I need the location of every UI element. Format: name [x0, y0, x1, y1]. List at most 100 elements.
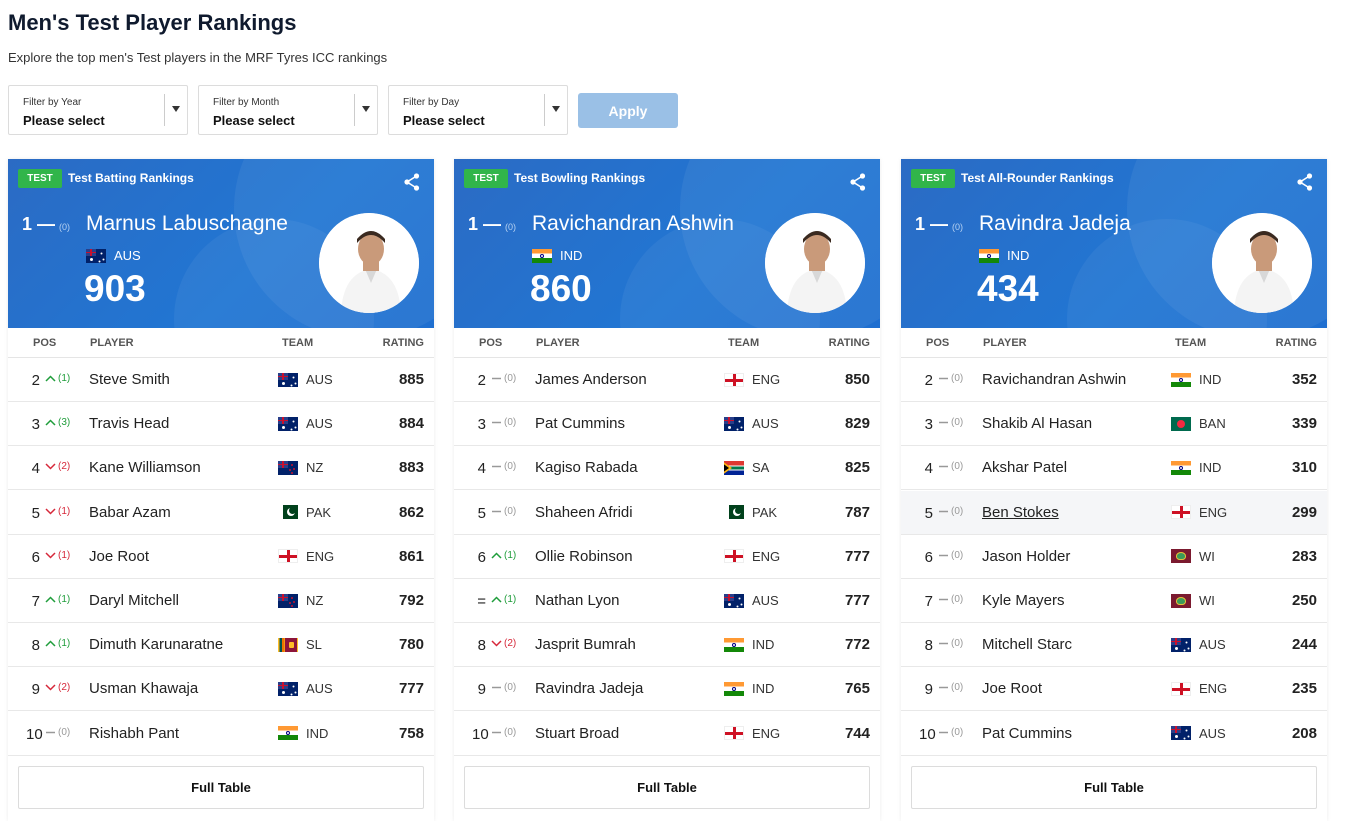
table-row[interactable]: 5 (1) Babar Azam PAK 862	[8, 491, 434, 535]
top-player-hero[interactable]: TEST Test Bowling Rankings 1 — (0) Ravichand…	[454, 159, 880, 328]
table-row[interactable]: 5 (0) Ben Stokes ENG 299	[901, 490, 1327, 535]
player-name-link[interactable]: Akshar Patel	[982, 459, 1067, 476]
table-row[interactable]: 9 (0) Joe Root ENG 235	[901, 667, 1327, 712]
player-name-link[interactable]: Pat Cummins	[535, 415, 625, 432]
chevron-down-icon[interactable]	[362, 106, 370, 112]
row-position: 10	[472, 725, 489, 743]
flag-icon	[1171, 460, 1191, 475]
player-name-link[interactable]: James Anderson	[535, 371, 647, 388]
table-row[interactable]: 8 (2) Jasprit Bumrah IND 772	[454, 623, 880, 668]
no-change-icon: (0)	[938, 417, 963, 428]
top-player-name[interactable]: Ravichandran Ashwin	[532, 212, 734, 236]
player-name-link[interactable]: Dimuth Karunaratne	[89, 636, 223, 653]
row-movement: (0)	[504, 461, 517, 473]
player-name-link[interactable]: Ravindra Jadeja	[535, 680, 643, 697]
player-name-link[interactable]: Shaheen Afridi	[535, 504, 633, 521]
row-team: AUS	[1171, 726, 1226, 741]
player-name-link[interactable]: Kane Williamson	[89, 459, 201, 476]
table-row[interactable]: 3 (3) Travis Head AUS 884	[8, 402, 434, 447]
player-name-link[interactable]: Steve Smith	[89, 371, 170, 388]
row-movement: (1)	[58, 638, 71, 650]
share-icon[interactable]	[1297, 173, 1313, 196]
table-row[interactable]: 4 (0) Akshar Patel IND 310	[901, 446, 1327, 491]
player-name-link[interactable]: Joe Root	[89, 548, 149, 565]
no-change-icon: —	[925, 214, 949, 234]
table-row[interactable]: 10 (0) Stuart Broad ENG 744	[454, 712, 880, 756]
share-icon[interactable]	[404, 173, 420, 196]
table-row[interactable]: 8 (1) Dimuth Karunaratne SL 780	[8, 623, 434, 668]
player-name-link[interactable]: Nathan Lyon	[535, 592, 620, 609]
filter-day-value: Please select	[403, 113, 485, 128]
player-name-link[interactable]: Kyle Mayers	[982, 592, 1065, 609]
table-row[interactable]: 10 (0) Rishabh Pant IND 758	[8, 712, 434, 756]
table-row[interactable]: 4 (0) Kagiso Rabada SA 825	[454, 446, 880, 491]
row-movement: (0)	[504, 682, 517, 694]
row-rating: 861	[398, 547, 424, 565]
player-name-link[interactable]: Jasprit Bumrah	[535, 636, 636, 653]
top-player-hero[interactable]: TEST Test Batting Rankings 1 — (0) Marnus La…	[8, 159, 434, 328]
header-rating: RATING	[382, 337, 424, 349]
table-row[interactable]: 6 (1) Joe Root ENG 861	[8, 535, 434, 579]
row-rating: 299	[1291, 503, 1317, 521]
header-player: PLAYER	[536, 337, 580, 349]
full-table-button[interactable]: Full Table	[464, 766, 870, 809]
chevron-down-icon[interactable]	[172, 106, 180, 112]
apply-button[interactable]: Apply	[578, 93, 678, 128]
row-team-code: BAN	[1199, 416, 1226, 432]
table-row[interactable]: 3 (0) Pat Cummins AUS 829	[454, 402, 880, 447]
player-name-link[interactable]: Travis Head	[89, 415, 169, 432]
player-name-link[interactable]: Daryl Mitchell	[89, 592, 179, 609]
top-player-name[interactable]: Ravindra Jadeja	[979, 212, 1131, 236]
row-rating: 250	[1291, 592, 1317, 609]
top-player-name[interactable]: Marnus Labuschagne	[86, 212, 288, 236]
player-name-link[interactable]: Rishabh Pant	[89, 725, 179, 742]
row-team: AUS	[724, 593, 779, 608]
row-team-code: AUS	[306, 416, 333, 432]
row-position: 3	[31, 416, 40, 434]
player-name-link[interactable]: Pat Cummins	[982, 725, 1072, 742]
player-name-link[interactable]: Joe Root	[982, 680, 1042, 697]
row-team: WI	[1171, 549, 1215, 564]
row-rating: 777	[398, 680, 424, 698]
player-name-link[interactable]: Usman Khawaja	[89, 680, 198, 697]
player-name-link[interactable]: Jason Holder	[982, 548, 1070, 565]
table-row[interactable]: 3 (0) Shakib Al Hasan BAN 339	[901, 402, 1327, 447]
row-position: 8	[924, 637, 933, 655]
table-row[interactable]: = (1) Nathan Lyon AUS 777	[454, 579, 880, 623]
table-row[interactable]: 7 (0) Kyle Mayers WI 250	[901, 579, 1327, 623]
table-row[interactable]: 5 (0) Shaheen Afridi PAK 787	[454, 491, 880, 535]
player-name-link[interactable]: Shakib Al Hasan	[982, 415, 1092, 432]
filter-day-select[interactable]: Filter by Day Please select	[388, 85, 568, 135]
flag-icon	[724, 726, 744, 741]
chevron-down-icon[interactable]	[552, 106, 560, 112]
full-table-button[interactable]: Full Table	[911, 766, 1317, 809]
row-team: ENG	[724, 549, 780, 564]
player-name-link[interactable]: Kagiso Rabada	[535, 459, 638, 476]
filter-month-select[interactable]: Filter by Month Please select	[198, 85, 378, 135]
player-name-link[interactable]: Babar Azam	[89, 504, 171, 521]
table-row[interactable]: 10 (0) Pat Cummins AUS 208	[901, 712, 1327, 756]
top-player-hero[interactable]: TEST Test All-Rounder Rankings 1 — (0) Ravin…	[901, 159, 1327, 328]
row-position: 2	[31, 372, 40, 389]
player-name-link[interactable]: Stuart Broad	[535, 725, 619, 742]
full-table-button[interactable]: Full Table	[18, 766, 424, 809]
player-name-link[interactable]: Ben Stokes	[982, 504, 1059, 521]
filter-year-select[interactable]: Filter by Year Please select	[8, 85, 188, 135]
player-name-link[interactable]: Ollie Robinson	[535, 548, 633, 565]
table-row[interactable]: 6 (0) Jason Holder WI 283	[901, 535, 1327, 579]
table-row[interactable]: 7 (1) Daryl Mitchell NZ 792	[8, 579, 434, 623]
row-rating: 339	[1291, 415, 1317, 433]
table-row[interactable]: 4 (2) Kane Williamson NZ 883	[8, 446, 434, 491]
table-row[interactable]: 9 (0) Ravindra Jadeja IND 765	[454, 667, 880, 712]
table-row[interactable]: 8 (0) Mitchell Starc AUS 244	[901, 623, 1327, 668]
table-row[interactable]: 2 (0) James Anderson ENG 850	[454, 358, 880, 402]
header-team: TEAM	[282, 337, 314, 349]
table-row[interactable]: 2 (0) Ravichandran Ashwin IND 352	[901, 358, 1327, 402]
table-row[interactable]: 2 (1) Steve Smith AUS 885	[8, 358, 434, 402]
share-icon[interactable]	[850, 173, 866, 196]
player-name-link[interactable]: Mitchell Starc	[982, 636, 1072, 653]
header-rating: RATING	[828, 337, 870, 349]
player-name-link[interactable]: Ravichandran Ashwin	[982, 371, 1126, 388]
table-row[interactable]: 9 (2) Usman Khawaja AUS 777	[8, 667, 434, 712]
table-row[interactable]: 6 (1) Ollie Robinson ENG 777	[454, 535, 880, 579]
